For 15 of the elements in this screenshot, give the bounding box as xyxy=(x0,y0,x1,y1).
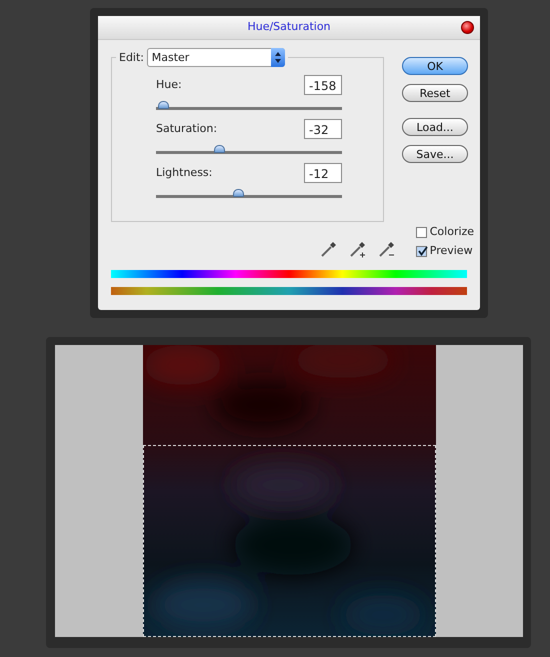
dialog-button[interactable]: Save... xyxy=(402,145,468,163)
edit-dropdown[interactable]: Master xyxy=(146,48,285,67)
slider-label: Saturation: xyxy=(156,120,218,137)
slider-label: Hue: xyxy=(156,76,182,93)
dialog-button[interactable]: Load... xyxy=(402,118,468,136)
ok-button[interactable]: OK xyxy=(402,57,468,75)
checkbox-label: Preview xyxy=(430,243,473,260)
value-field[interactable]: -158 xyxy=(304,75,342,95)
dialog-button[interactable]: Reset xyxy=(402,84,468,102)
slider-label: Lightness: xyxy=(156,164,212,181)
checkbox-label: Colorize xyxy=(430,224,474,240)
window-title: Hue/Saturation xyxy=(247,19,331,36)
edit-label: Edit: xyxy=(119,51,144,64)
value-field[interactable]: -12 xyxy=(304,163,342,183)
value-field[interactable]: -32 xyxy=(304,119,342,139)
